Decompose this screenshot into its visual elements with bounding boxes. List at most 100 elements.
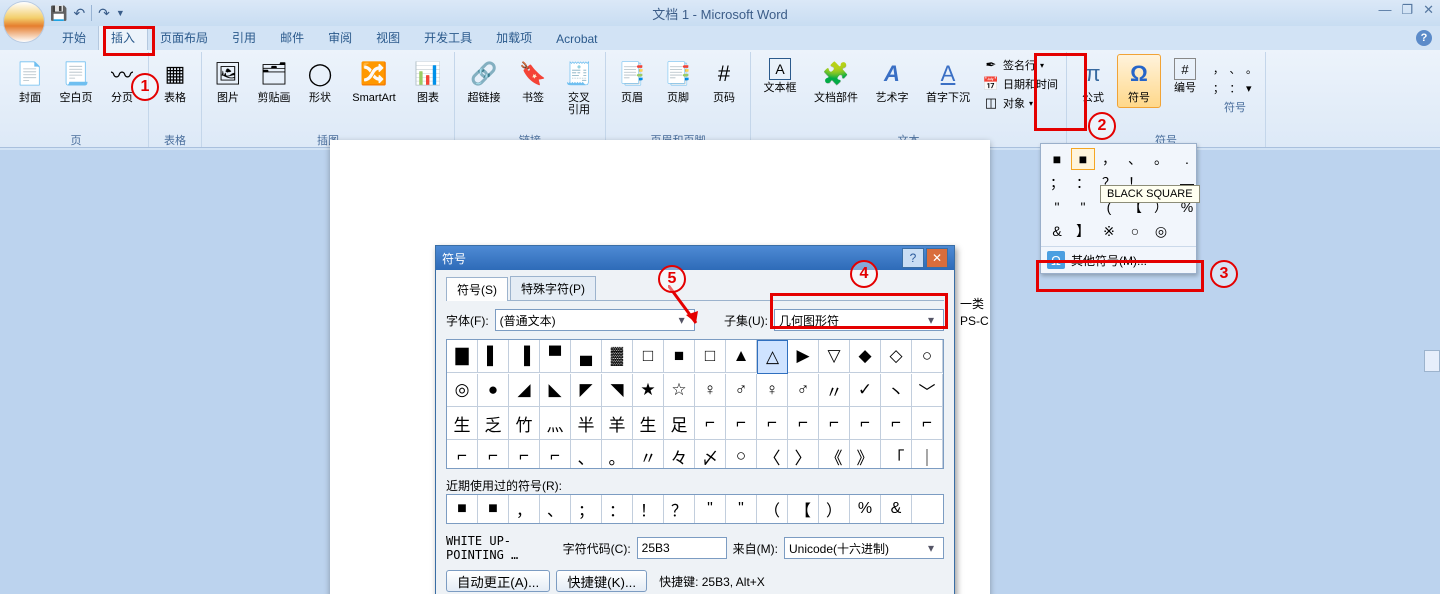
- char-cell[interactable]: 》: [850, 440, 881, 469]
- char-cell[interactable]: 、: [571, 440, 602, 469]
- hyperlink-button[interactable]: 🔗超链接: [459, 54, 509, 108]
- subset-combo[interactable]: 几何图形符▾: [774, 309, 944, 331]
- char-cell[interactable]: 《: [819, 440, 850, 469]
- tab-insert[interactable]: 插入: [98, 24, 148, 50]
- char-cell[interactable]: ▌: [478, 340, 509, 373]
- smartart-button[interactable]: 🔀SmartArt: [344, 54, 404, 108]
- symbol-quick-cell[interactable]: ：: [1071, 172, 1095, 194]
- symbol-quick-cell[interactable]: ◎: [1149, 220, 1173, 242]
- wordart-button[interactable]: A艺术字: [867, 54, 917, 108]
- textbox-button[interactable]: A文本框: [755, 54, 805, 98]
- char-cell[interactable]: 乏: [478, 407, 509, 440]
- bookmark-button[interactable]: 🔖书签: [511, 54, 555, 108]
- char-cell[interactable]: 〈: [757, 440, 788, 469]
- chart-button[interactable]: 📊图表: [406, 54, 450, 108]
- office-button[interactable]: [4, 2, 44, 42]
- recent-cell[interactable]: &: [881, 495, 912, 523]
- side-tab[interactable]: [1424, 350, 1440, 372]
- page-number-button[interactable]: #页码: [702, 54, 746, 108]
- char-cell[interactable]: ○: [912, 340, 943, 373]
- recent-cell[interactable]: 、: [540, 495, 571, 523]
- char-cell[interactable]: 灬: [540, 407, 571, 440]
- equation-button[interactable]: π公式: [1071, 54, 1115, 108]
- font-combo[interactable]: (普通文本)▾: [495, 309, 695, 331]
- qat-save-icon[interactable]: 💾: [50, 5, 67, 22]
- char-cell[interactable]: □: [695, 340, 726, 373]
- char-cell[interactable]: ◣: [540, 374, 571, 407]
- char-cell[interactable]: ○: [726, 440, 757, 469]
- char-cell[interactable]: 〆: [695, 440, 726, 469]
- header-button[interactable]: 📑页眉: [610, 54, 654, 108]
- char-cell[interactable]: 〃: [633, 440, 664, 469]
- char-cell[interactable]: 。: [602, 440, 633, 469]
- number-button[interactable]: #编号: [1163, 54, 1207, 98]
- char-cell[interactable]: 生: [447, 407, 478, 440]
- clip-art-button[interactable]: 🗂剪贴画: [252, 54, 296, 108]
- char-cell[interactable]: ▽: [819, 340, 850, 373]
- char-cell[interactable]: ♀: [757, 374, 788, 407]
- from-combo[interactable]: Unicode(十六进制)▾: [784, 537, 944, 559]
- tab-acrobat[interactable]: Acrobat: [544, 28, 609, 50]
- object-button[interactable]: ◫对象▾: [983, 94, 1058, 112]
- symbol-quick-cell[interactable]: ；: [1045, 172, 1069, 194]
- char-cell[interactable]: ⌐: [695, 407, 726, 440]
- dialog-tab-symbol[interactable]: 符号(S): [446, 277, 508, 301]
- char-cell[interactable]: 竹: [509, 407, 540, 440]
- char-cell[interactable]: ★: [633, 374, 664, 407]
- punct-more-row2[interactable]: ； ： ▾: [1213, 79, 1257, 97]
- char-cell[interactable]: ▓: [602, 340, 633, 373]
- page-break-button[interactable]: 〰分页: [100, 54, 144, 108]
- char-cell[interactable]: 〉: [788, 440, 819, 469]
- symbol-quick-cell[interactable]: ■: [1045, 148, 1069, 170]
- footer-button[interactable]: 📑页脚: [656, 54, 700, 108]
- char-cell[interactable]: ⌐: [478, 440, 509, 469]
- tab-dev[interactable]: 开发工具: [412, 25, 484, 50]
- recent-cell[interactable]: ，: [509, 495, 540, 523]
- char-cell[interactable]: 「: [881, 440, 912, 469]
- recent-cell[interactable]: ；: [571, 495, 602, 523]
- recent-cell[interactable]: ：: [602, 495, 633, 523]
- char-cell[interactable]: ◤: [571, 374, 602, 407]
- symbol-quick-cell[interactable]: ■: [1071, 148, 1095, 170]
- char-cell[interactable]: 生: [633, 407, 664, 440]
- table-button[interactable]: ▦表格: [153, 54, 197, 108]
- char-cell[interactable]: ⌐: [447, 440, 478, 469]
- recent-cell[interactable]: 【: [788, 495, 819, 523]
- shortcut-key-button[interactable]: 快捷键(K)...: [556, 570, 647, 592]
- help-icon[interactable]: ?: [1416, 30, 1432, 46]
- recent-cell[interactable]: ■: [478, 495, 509, 523]
- tab-mail[interactable]: 邮件: [268, 25, 316, 50]
- recent-cell[interactable]: ■: [447, 495, 478, 523]
- picture-button[interactable]: 🖼图片: [206, 54, 250, 108]
- recent-cell[interactable]: %: [850, 495, 881, 523]
- char-cell[interactable]: ⌐: [912, 407, 943, 440]
- qat-redo-icon[interactable]: ↷: [98, 5, 110, 22]
- punct-more-row1[interactable]: ， 、 。: [1213, 60, 1257, 78]
- qat-dropdown-icon[interactable]: ▼: [116, 8, 125, 18]
- char-cell[interactable]: ▄: [571, 340, 602, 373]
- blank-page-button[interactable]: 📃空白页: [54, 54, 98, 108]
- char-cell[interactable]: ⌐: [850, 407, 881, 440]
- char-cell[interactable]: ♀: [695, 374, 726, 407]
- symbol-quick-cell[interactable]: ": [1045, 196, 1069, 218]
- char-cell[interactable]: ⌐: [788, 407, 819, 440]
- cover-page-button[interactable]: 📄封面: [8, 54, 52, 108]
- recent-cell[interactable]: （: [757, 495, 788, 523]
- minimize-icon[interactable]: —: [1378, 2, 1391, 18]
- dialog-close-icon[interactable]: ✕: [926, 248, 948, 268]
- quick-parts-button[interactable]: 🧩文档部件: [807, 54, 865, 108]
- symbol-char-grid[interactable]: ▇▌▐▀▄▓□■□▲△▶▽◆◇○◎●◢◣◤◥★☆♀♂♀♂〃✓丶﹀生乏竹灬半羊生足…: [446, 339, 944, 469]
- char-cell[interactable]: ▀: [540, 340, 571, 373]
- char-cell[interactable]: ⌐: [540, 440, 571, 469]
- tab-addin[interactable]: 加载项: [484, 25, 544, 50]
- recent-cell[interactable]: ": [726, 495, 757, 523]
- char-cell[interactable]: 羊: [602, 407, 633, 440]
- char-cell[interactable]: △: [757, 340, 788, 374]
- symbol-quick-cell[interactable]: ": [1071, 196, 1095, 218]
- symbol-quick-cell[interactable]: ※: [1097, 220, 1121, 242]
- char-cell[interactable]: 丶: [881, 374, 912, 407]
- char-cell[interactable]: ⌐: [757, 407, 788, 440]
- symbol-quick-cell[interactable]: ，: [1097, 148, 1121, 170]
- char-cell[interactable]: ◢: [509, 374, 540, 407]
- char-cell[interactable]: ▶: [788, 340, 819, 373]
